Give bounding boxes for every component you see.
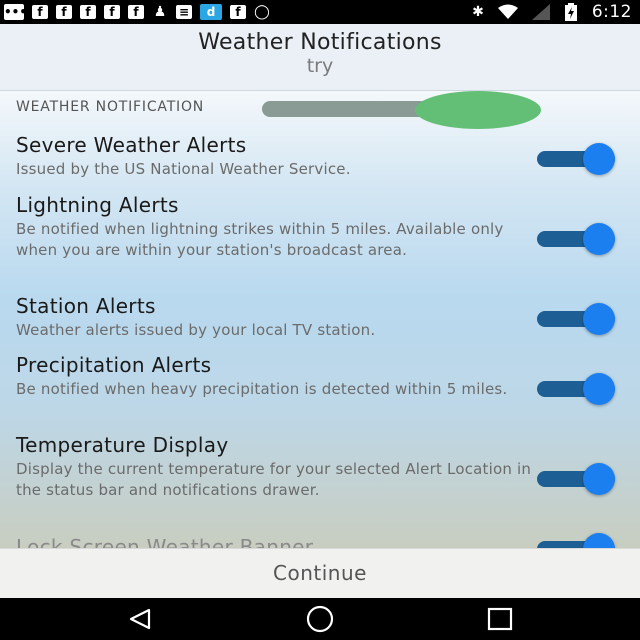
recents-button[interactable]: [470, 598, 530, 640]
settings-list[interactable]: WEATHER NOTIFICATION Severe Weather Aler…: [0, 90, 640, 549]
home-button[interactable]: [290, 598, 350, 640]
facebook-icon: f: [104, 5, 120, 19]
facebook-icon: f: [56, 5, 72, 19]
recents-icon: [487, 607, 513, 631]
navigation-bar: [0, 598, 640, 640]
facebook-icon: f: [230, 5, 246, 19]
message-icon: ≡: [176, 5, 192, 19]
setting-temperature-display[interactable]: Temperature Display Display the current …: [16, 433, 536, 501]
toggle-thumb: [583, 463, 615, 495]
setting-station-alerts[interactable]: Station Alerts Weather alerts issued by …: [16, 294, 536, 341]
lock-screen-banner-toggle[interactable]: [537, 533, 623, 549]
page-subtitle: try: [306, 55, 334, 77]
setting-severe-weather-alerts[interactable]: Severe Weather Alerts Issued by the US N…: [16, 133, 536, 180]
back-icon: [129, 608, 151, 630]
wifi-icon: [497, 4, 518, 19]
setting-description: Be notified when heavy precipitation is …: [16, 380, 508, 398]
circle-icon: ◯: [254, 4, 270, 20]
toggle-thumb: [583, 223, 615, 255]
setting-title: Station Alerts: [16, 294, 156, 318]
setting-precipitation-alerts[interactable]: Precipitation Alerts Be notified when he…: [16, 353, 536, 400]
setting-title: Lightning Alerts: [16, 193, 179, 217]
facebook-icon: f: [128, 5, 144, 19]
setting-lightning-alerts[interactable]: Lightning Alerts Be notified when lightn…: [16, 193, 536, 261]
footer: Continue: [0, 548, 640, 599]
page-title: Weather Notifications: [198, 30, 442, 55]
temperature-display-toggle[interactable]: [537, 463, 623, 495]
highlight-overlay: [415, 91, 541, 129]
setting-description: Weather alerts issued by your local TV s…: [16, 321, 376, 339]
setting-lock-screen-banner[interactable]: Lock Screen Weather Banner: [16, 535, 536, 549]
setting-title: Lock Screen Weather Banner: [16, 535, 314, 549]
toggle-thumb: [583, 533, 615, 549]
setting-description: Be notified when lightning strikes withi…: [16, 220, 504, 259]
app-header: Weather Notifications try: [0, 24, 640, 90]
clock: 6:12: [591, 2, 632, 22]
bluetooth-icon: ✱: [472, 4, 484, 20]
continue-button[interactable]: Continue: [273, 561, 367, 585]
status-bar: ••• f f f f f ♟ ≡ d f ◯ ✱ 6:12: [0, 0, 640, 24]
d-app-icon: d: [200, 4, 222, 20]
setting-description: Issued by the US National Weather Servic…: [16, 160, 351, 178]
system-icons: ✱ 6:12: [472, 0, 632, 24]
figure-icon: ♟: [153, 4, 167, 20]
signal-icon: [531, 4, 550, 20]
setting-title: Temperature Display: [16, 433, 229, 457]
home-icon: [306, 605, 334, 633]
back-button[interactable]: [110, 598, 170, 640]
chat-icon: •••: [4, 4, 28, 20]
notification-icons: ••• f f f f f ♟ ≡ d f ◯: [4, 0, 270, 24]
facebook-icon: f: [32, 5, 48, 19]
battery-charging-icon: [564, 3, 577, 21]
setting-title: Precipitation Alerts: [16, 353, 212, 377]
setting-title: Severe Weather Alerts: [16, 133, 247, 157]
setting-description: Display the current temperature for your…: [16, 460, 532, 499]
facebook-icon: f: [80, 5, 96, 19]
toggle-thumb: [583, 303, 615, 335]
precipitation-alerts-toggle[interactable]: [537, 373, 623, 405]
section-header: WEATHER NOTIFICATION: [16, 99, 205, 115]
station-alerts-toggle[interactable]: [537, 303, 623, 335]
severe-weather-toggle[interactable]: [537, 143, 623, 175]
toggle-thumb: [583, 373, 615, 405]
lightning-alerts-toggle[interactable]: [537, 223, 623, 255]
toggle-thumb: [583, 143, 615, 175]
